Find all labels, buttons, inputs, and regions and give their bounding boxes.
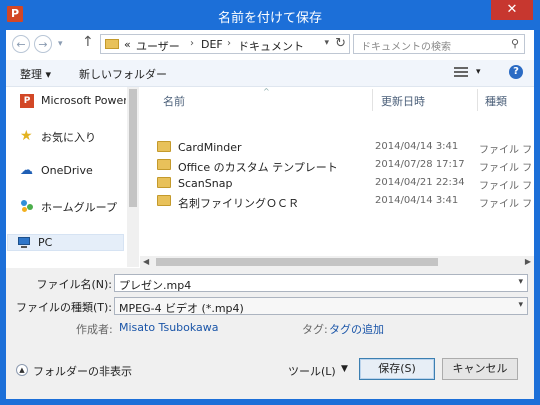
- file-date: 2014/04/14 3:41: [375, 141, 459, 152]
- file-date: 2014/04/21 22:34: [375, 177, 465, 188]
- filename-field[interactable]: プレゼン.mp4 ▾: [114, 274, 528, 292]
- new-folder-button[interactable]: 新しいフォルダー: [79, 66, 167, 82]
- computer-icon: [17, 236, 31, 250]
- save-as-dialog: P 名前を付けて保存 ✕ ← → ▾ ↑ « ユーザー › DEF › ドキュメ…: [0, 0, 540, 405]
- command-bar: 整理 ▾ 新しいフォルダー ▾ ?: [6, 60, 534, 87]
- file-name: Office のカスタム テンプレート: [178, 161, 338, 174]
- nav-item-label: ホームグループ: [41, 201, 118, 214]
- file-date: 2014/04/14 3:41: [375, 195, 459, 206]
- tools-label: ツール(L): [288, 365, 336, 378]
- file-row[interactable]: ScanSnap 2014/04/21 22:34 ファイル フォル: [140, 174, 534, 192]
- search-icon: ⚲: [510, 37, 519, 50]
- address-row: ← → ▾ ↑ « ユーザー › DEF › ドキュメント ▾ ↻ ドキュメント…: [6, 30, 534, 60]
- scrollbar-thumb[interactable]: [129, 89, 137, 207]
- column-divider[interactable]: [477, 89, 478, 111]
- scroll-left-icon[interactable]: ◀: [143, 256, 149, 268]
- search-input[interactable]: ドキュメントの検索 ⚲: [353, 34, 525, 54]
- folder-icon: [157, 195, 171, 206]
- file-row[interactable]: 名刺ファイリングＯＣＲ 2014/04/14 3:41 ファイル フォル: [140, 192, 534, 210]
- file-date: 2014/07/28 17:17: [375, 159, 465, 170]
- tools-button[interactable]: ツール(L) ▼: [286, 361, 354, 379]
- breadcrumb-separator[interactable]: ›: [190, 38, 194, 49]
- file-name: 名刺ファイリングＯＣＲ: [178, 197, 299, 210]
- dialog-body: ← → ▾ ↑ « ユーザー › DEF › ドキュメント ▾ ↻ ドキュメント…: [6, 30, 534, 399]
- file-type: ファイル フォル: [479, 145, 534, 156]
- view-options-icon[interactable]: [454, 66, 468, 78]
- nav-item-label: お気に入り: [41, 131, 96, 144]
- title-bar: P 名前を付けて保存 ✕: [0, 0, 540, 30]
- back-button[interactable]: ←: [12, 35, 30, 53]
- navigation-pane: P Microsoft PowerP ★ お気に入り ☁ OneDrive ホー…: [6, 87, 126, 267]
- folder-icon: [105, 39, 119, 49]
- address-bar[interactable]: « ユーザー › DEF › ドキュメント ▾ ↻: [100, 34, 350, 54]
- column-header-type[interactable]: 種類: [485, 93, 507, 109]
- nav-item-label: PC: [38, 236, 53, 249]
- sort-indicator-icon: ^: [263, 87, 270, 96]
- filetype-dropdown-icon[interactable]: ▾: [518, 300, 523, 310]
- folder-icon: [157, 177, 171, 188]
- filename-value: プレゼン.mp4: [119, 279, 192, 292]
- file-name: CardMinder: [178, 141, 242, 154]
- help-icon[interactable]: ?: [509, 65, 523, 79]
- filetype-value: MPEG-4 ビデオ (*.mp4): [119, 302, 244, 315]
- save-button[interactable]: 保存(S): [359, 358, 435, 380]
- forward-button[interactable]: →: [34, 35, 52, 53]
- organize-button[interactable]: 整理 ▾: [20, 66, 51, 82]
- breadcrumb-def[interactable]: DEF: [201, 38, 223, 51]
- save-options-panel: ファイル名(N): プレゼン.mp4 ▾ ファイルの種類(T): MPEG-4 …: [6, 268, 534, 399]
- tags-value[interactable]: タグの追加: [329, 321, 384, 337]
- view-dropdown-icon[interactable]: ▾: [476, 67, 481, 77]
- file-type: ファイル フォル: [479, 199, 534, 210]
- filetype-select[interactable]: MPEG-4 ビデオ (*.mp4) ▾: [114, 297, 528, 315]
- hide-folders-label: フォルダーの非表示: [33, 365, 132, 378]
- address-dropdown-icon[interactable]: ▾: [324, 38, 329, 48]
- breadcrumb-users[interactable]: ユーザー: [136, 38, 180, 54]
- refresh-icon[interactable]: ↻: [335, 36, 346, 51]
- column-divider[interactable]: [372, 89, 373, 111]
- author-label: 作成者:: [76, 323, 113, 336]
- file-list: ^ 名前 更新日時 種類 CardMinder 2014/04/14 3:41 …: [140, 87, 534, 267]
- folder-icon: [157, 141, 171, 152]
- tags-label: タグ:: [302, 323, 328, 336]
- navigation-scrollbar[interactable]: [127, 87, 139, 267]
- star-icon: ★: [20, 128, 33, 144]
- column-header-date[interactable]: 更新日時: [381, 93, 425, 109]
- filename-label: ファイル名(N):: [36, 278, 112, 291]
- breadcrumb-documents[interactable]: ドキュメント: [238, 38, 304, 54]
- file-row[interactable]: Office のカスタム テンプレート 2014/07/28 17:17 ファイ…: [140, 156, 534, 174]
- powerpoint-icon: P: [20, 94, 34, 108]
- up-button[interactable]: ↑: [82, 34, 94, 50]
- filename-dropdown-icon[interactable]: ▾: [518, 277, 523, 287]
- tools-dropdown-icon: ▼: [341, 364, 348, 374]
- homegroup-icon: [20, 199, 34, 213]
- column-header-name[interactable]: 名前: [163, 93, 185, 109]
- horizontal-scrollbar[interactable]: ◀ ▶: [140, 256, 534, 268]
- scrollbar-thumb[interactable]: [156, 258, 438, 266]
- nav-item-label: OneDrive: [41, 164, 93, 177]
- search-placeholder: ドキュメントの検索: [361, 42, 451, 53]
- filetype-label: ファイルの種類(T):: [15, 301, 112, 314]
- nav-item-label: Microsoft PowerP: [41, 94, 126, 107]
- file-type: ファイル フォル: [479, 181, 534, 192]
- author-value[interactable]: Misato Tsubokawa: [119, 321, 219, 334]
- close-button[interactable]: ✕: [491, 0, 533, 20]
- nav-item-pc[interactable]: PC: [7, 234, 124, 251]
- breadcrumb-separator[interactable]: ›: [227, 38, 231, 49]
- file-row[interactable]: CardMinder 2014/04/14 3:41 ファイル フォル: [140, 138, 534, 156]
- dialog-title: 名前を付けて保存: [217, 11, 322, 26]
- cloud-icon: ☁: [20, 163, 33, 178]
- recent-locations-dropdown[interactable]: ▾: [58, 35, 63, 53]
- file-name: ScanSnap: [178, 177, 233, 190]
- scroll-right-icon[interactable]: ▶: [525, 256, 531, 268]
- cancel-button[interactable]: キャンセル: [442, 358, 518, 380]
- file-type: ファイル フォル: [479, 163, 534, 174]
- folder-icon: [157, 159, 171, 170]
- crumb-overflow[interactable]: «: [124, 38, 131, 51]
- collapse-icon: ▲: [16, 364, 28, 376]
